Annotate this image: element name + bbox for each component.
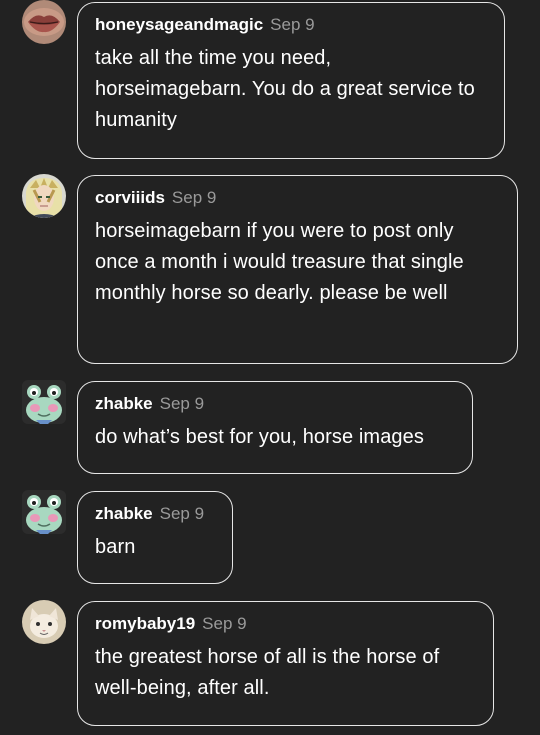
comment-bubble: honeysageandmagic Sep 9 take all the time… xyxy=(77,2,505,159)
comment-date: Sep 9 xyxy=(159,504,205,523)
comment-bubble: zhabke Sep 9 do what’s best for you, hors… xyxy=(77,381,473,474)
comment-header: zhabke Sep 9 xyxy=(95,393,456,415)
comment-bubble: corviiids Sep 9 horseimagebarn if you wer… xyxy=(77,175,518,364)
frog-avatar-icon[interactable] xyxy=(22,380,66,424)
username-link[interactable]: zhabke xyxy=(95,394,153,413)
comment-date: Sep 9 xyxy=(270,15,315,34)
comment-bubble: romybaby19 Sep 9 the greatest horse of al… xyxy=(77,601,494,726)
comment-date: Sep 9 xyxy=(202,614,247,633)
comment-text: do what’s best for you, horse images xyxy=(95,426,424,448)
anime-character-avatar-icon[interactable] xyxy=(22,174,66,218)
comment-text: the greatest horse of all is the horse o… xyxy=(95,646,440,699)
username-link[interactable]: corviiids xyxy=(95,188,165,207)
cat-avatar-icon[interactable] xyxy=(22,600,66,644)
frog-avatar-icon[interactable] xyxy=(22,490,66,534)
comment-date: Sep 9 xyxy=(159,394,205,413)
comment-text: take all the time you need, horseimageba… xyxy=(95,47,475,131)
comment-text: barn xyxy=(95,536,136,558)
username-link[interactable]: romybaby19 xyxy=(95,614,195,633)
comment-date: Sep 9 xyxy=(171,188,217,207)
comment-bubble: zhabke Sep 9 barn xyxy=(77,491,233,584)
username-link[interactable]: zhabke xyxy=(95,504,153,523)
comment-header: zhabke Sep 9 xyxy=(95,503,216,525)
comment-header: corviiids Sep 9 xyxy=(95,187,501,209)
comment-text: horseimagebarn if you were to post only … xyxy=(95,220,464,304)
username-link[interactable]: honeysageandmagic xyxy=(95,15,263,34)
comment-header: romybaby19 Sep 9 xyxy=(95,613,477,635)
lips-avatar-icon[interactable] xyxy=(22,0,66,44)
comment-header: honeysageandmagic Sep 9 xyxy=(95,14,488,36)
